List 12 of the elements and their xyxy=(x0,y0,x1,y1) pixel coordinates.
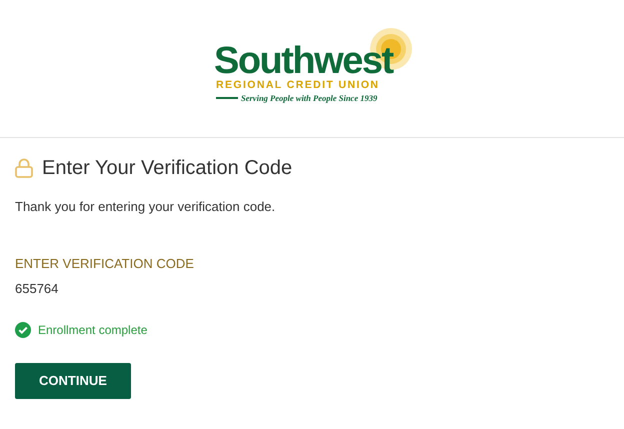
code-value: 655764 xyxy=(15,280,60,298)
logo-subtitle: REGIONAL CREDIT UNION xyxy=(216,80,380,90)
logo-name: Southwest xyxy=(214,42,393,80)
field-label: ENTER VERIFICATION CODE xyxy=(15,254,195,272)
check-circle-icon xyxy=(15,322,31,338)
continue-button[interactable]: CONTINUE xyxy=(15,362,131,398)
message-text: Thank you for entering your verification code. xyxy=(15,198,276,216)
tagline-rule xyxy=(216,97,238,100)
lock-icon xyxy=(15,158,33,178)
page-title: Enter Your Verification Code xyxy=(42,156,292,181)
status-message: Enrollment complete xyxy=(38,322,148,338)
logo-tagline: Serving People with People Since 1939 xyxy=(241,94,378,102)
